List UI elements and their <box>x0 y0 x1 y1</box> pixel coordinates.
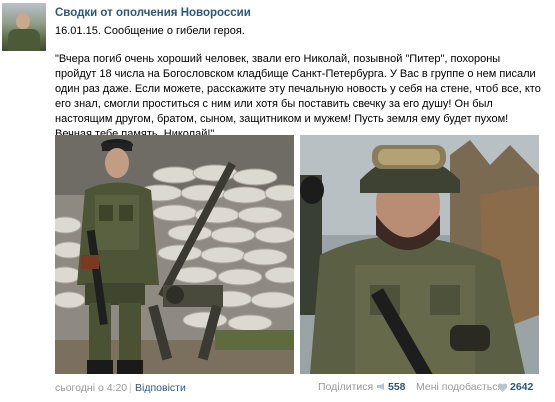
soldier-with-machine-gun-photo <box>55 135 294 374</box>
reply-link[interactable]: Відповісти <box>135 382 186 394</box>
post-subtitle: 16.01.15. Сообщение о гибели героя. <box>55 25 245 37</box>
photo-soldier-portrait[interactable] <box>300 135 539 374</box>
post-text: "Вчера погиб очень хороший человек, звал… <box>55 53 541 140</box>
heart-icon[interactable] <box>497 383 508 392</box>
group-avatar[interactable] <box>2 3 46 51</box>
avatar-body <box>8 29 40 51</box>
share-label[interactable]: Поділитися <box>318 381 373 393</box>
like-count[interactable]: 2642 <box>510 381 533 393</box>
share-count[interactable]: 558 <box>388 381 406 393</box>
post-timestamp[interactable]: сьогодні о 4:20 <box>55 382 127 394</box>
post-author-link[interactable]: Сводки от ополчения Новороссии <box>55 7 251 19</box>
wall-post: Сводки от ополчения Новороссии 16.01.15.… <box>0 0 555 402</box>
soldier-portrait-photo <box>300 135 539 374</box>
photo-soldier-machine-gun[interactable] <box>55 135 294 374</box>
avatar-head <box>16 13 30 29</box>
footer-separator: | <box>129 382 132 394</box>
like-label[interactable]: Мені подобається <box>416 381 503 393</box>
megaphone-icon[interactable] <box>376 382 386 391</box>
